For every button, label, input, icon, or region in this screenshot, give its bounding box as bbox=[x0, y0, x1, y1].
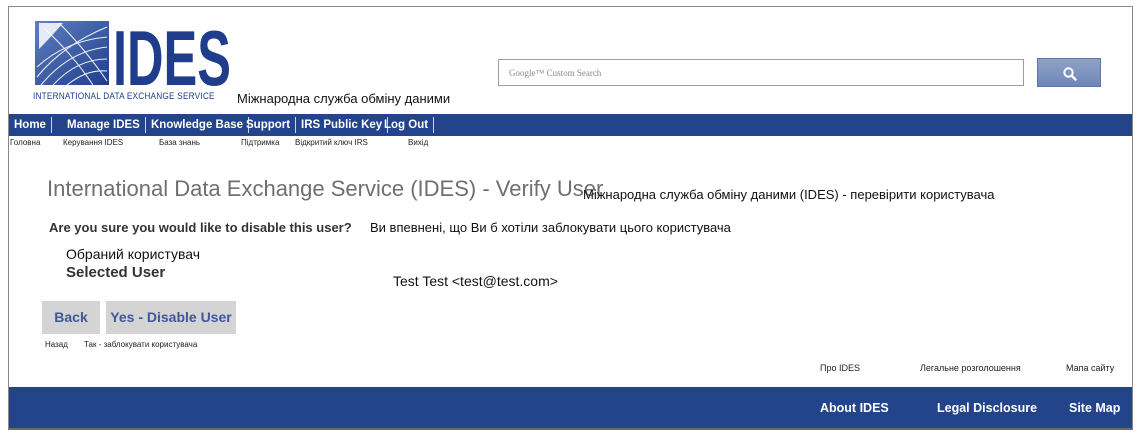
ides-logo[interactable]: IDES INTERNATIONAL DATA EXCHANGE SERVICE bbox=[33, 15, 233, 107]
nav-irs-public-key[interactable]: IRS Public Key bbox=[296, 117, 389, 133]
selected-user-label: Selected User bbox=[66, 264, 166, 281]
disable-user-button-translation: Так - заблокувати користувача bbox=[84, 340, 198, 349]
footer-legal-translation: Легальне розголошення bbox=[920, 363, 1021, 373]
nav-support[interactable]: Support bbox=[241, 117, 297, 133]
nav-home[interactable]: Home bbox=[9, 117, 52, 133]
logo-tagline: INTERNATIONAL DATA EXCHANGE SERVICE bbox=[33, 91, 215, 101]
footer-sitemap-link[interactable]: Site Map bbox=[1069, 401, 1120, 415]
nav-home-translation: Головна bbox=[10, 138, 41, 147]
selected-user-label-translation: Обраний користувач bbox=[66, 246, 201, 262]
back-button-translation: Назад bbox=[45, 340, 68, 349]
page-frame: IDES INTERNATIONAL DATA EXCHANGE SERVICE… bbox=[8, 6, 1133, 430]
search-input[interactable]: Google™ Custom Search bbox=[498, 59, 1024, 86]
nav-knowledge-base[interactable]: Knowledge Base bbox=[146, 117, 250, 133]
search-button[interactable] bbox=[1037, 58, 1101, 87]
disable-user-button[interactable]: Yes - Disable User bbox=[106, 301, 236, 334]
nav-irs-public-key-translation: Відкритий ключ IRS bbox=[295, 138, 368, 147]
selected-user-value: Test Test <test@test.com> bbox=[393, 273, 558, 289]
globe-logo-icon: IDES bbox=[35, 15, 231, 87]
nav-log-out-translation: Вихід bbox=[408, 138, 429, 147]
page-title: International Data Exchange Service (IDE… bbox=[47, 176, 604, 201]
main-nav: Home Manage IDES Knowledge Base Support … bbox=[9, 114, 1132, 136]
back-button[interactable]: Back bbox=[42, 301, 100, 334]
footer-about-link[interactable]: About IDES bbox=[820, 401, 889, 415]
nav-log-out[interactable]: Log Out bbox=[379, 117, 435, 133]
footer-about-translation: Про IDES bbox=[820, 363, 860, 373]
logo-text: IDES bbox=[113, 15, 231, 87]
footer-sitemap-translation: Мапа сайту bbox=[1066, 363, 1115, 373]
nav-support-translation: Підтримка bbox=[241, 138, 280, 147]
search-placeholder: Google™ Custom Search bbox=[509, 68, 602, 78]
confirm-question-translation: Ви впевнені, що Ви б хотіли заблокувати … bbox=[370, 220, 731, 235]
nav-manage-ides-translation: Керування IDES bbox=[63, 138, 124, 147]
page-title-translation: Міжнародна служба обміну даними (IDES) -… bbox=[583, 187, 995, 202]
nav-manage-ides[interactable]: Manage IDES bbox=[62, 117, 146, 133]
nav-knowledge-base-translation: База знань bbox=[159, 138, 201, 147]
logo-translation: Міжнародна служба обміну даними bbox=[237, 91, 451, 106]
footer-legal-link[interactable]: Legal Disclosure bbox=[937, 401, 1037, 415]
confirm-question: Are you sure you would like to disable t… bbox=[49, 220, 352, 235]
search-icon bbox=[1063, 67, 1077, 81]
